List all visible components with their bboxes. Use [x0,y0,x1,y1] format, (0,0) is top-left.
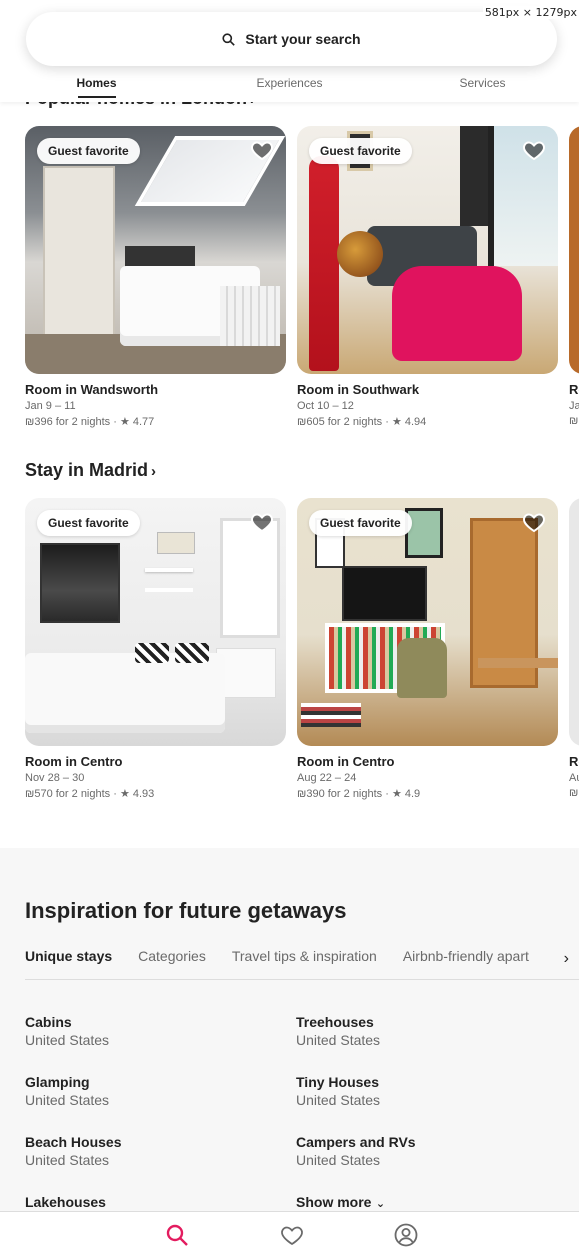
listing-price: ₪ [569,415,579,427]
inspiration-tabs: Unique stays Categories Travel tips & in… [25,944,579,980]
listing-price: ₪570 for 2 nights · ★ 4.93 [25,788,155,800]
bottom-nav [0,1211,579,1257]
window-size-overlay: 581px × 1279px [482,6,579,19]
profile-icon[interactable] [394,1223,418,1247]
search-icon [222,32,236,46]
listing-card[interactable]: Guest favorite Room in Centro Aug 22 – 2… [297,498,558,800]
listing-dates: Jan 9 – 11 [25,400,76,412]
chevron-down-icon: ⌄ [375,1198,386,1210]
destination-location: United States [25,1092,110,1108]
destination-name: Cabins [25,1014,72,1030]
listing-row-madrid: Guest favorite Room in Centro Nov 28 – 3… [25,498,579,808]
listing-card[interactable]: Guest favorite Room in Southwark Oct 10 … [297,126,558,428]
chevron-right-icon[interactable]: › [539,946,579,972]
listing-photo[interactable]: Guest favorite [297,498,558,746]
destination-location: United States [296,1152,381,1168]
destination-item[interactable]: Lakehouses [25,1194,275,1212]
listing-price: ₪605 for 2 nights · ★ 4.94 [297,416,427,428]
heart-icon[interactable] [522,138,546,162]
listing-photo[interactable] [569,126,579,374]
listing-row-london: Guest favorite Room in Wandsworth Jan 9 … [25,126,579,436]
search-bar[interactable]: Start your search [26,12,557,66]
listing-price: ₪ [569,787,579,799]
listing-dates: Oct 10 – 12 [297,400,354,412]
listing-title: Room in Southwark [297,382,420,397]
listing-photo[interactable]: Guest favorite [25,498,286,746]
listing-photo[interactable]: Guest favorite [297,126,558,374]
show-more-label: Show more [296,1194,372,1210]
guest-favorite-badge: Guest favorite [37,138,140,164]
listing-title: Room in Wandsworth [25,382,159,397]
listing-card-peek[interactable]: Ro Ja ₪ [569,126,579,427]
destination-name: Treehouses [296,1014,374,1030]
listing-title: Ro [569,754,579,769]
tab-homes[interactable]: Homes [0,76,193,102]
tab-categories[interactable]: Categories [138,944,206,979]
listing-card[interactable]: Guest favorite Room in Wandsworth Jan 9 … [25,126,286,428]
show-more-button[interactable]: Show more ⌄ [296,1194,546,1212]
listing-price: ₪396 for 2 nights · ★ 4.77 [25,416,155,428]
destination-location: United States [25,1152,110,1168]
listing-dates: Aug 22 – 24 [297,772,357,784]
listing-dates: Nov 28 – 30 [25,772,85,784]
destination-name: Campers and RVs [296,1134,416,1150]
destination-name: Lakehouses [25,1194,106,1210]
destination-location: United States [296,1092,381,1108]
destination-name: Tiny Houses [296,1074,379,1090]
listing-price: ₪390 for 2 nights · ★ 4.9 [297,788,421,800]
heart-icon[interactable] [522,510,546,534]
destination-name: Glamping [25,1074,90,1090]
listing-title: Room in Centro [25,754,123,769]
destination-item[interactable]: Beach Houses United States [25,1134,275,1168]
section-title-text: Stay in Madrid [25,460,149,480]
section-title-madrid[interactable]: Stay in Madrid › [25,460,156,481]
destination-item[interactable]: Tiny Houses United States [296,1074,546,1108]
listing-title: Room in Centro [297,754,395,769]
search-label: Start your search [245,31,361,47]
tab-services[interactable]: Services [386,76,579,102]
destination-item[interactable]: Campers and RVs United States [296,1134,546,1168]
chevron-right-icon: › [151,463,157,480]
guest-favorite-badge: Guest favorite [37,510,140,536]
tab-unique-stays[interactable]: Unique stays [25,944,112,979]
listing-photo[interactable] [569,498,579,746]
destination-item[interactable]: Glamping United States [25,1074,275,1108]
destination-name: Beach Houses [25,1134,122,1150]
tab-travel-tips[interactable]: Travel tips & inspiration [232,944,377,979]
inspiration-title: Inspiration for future getaways [25,898,347,923]
search-icon[interactable] [165,1223,189,1247]
destination-location: United States [25,1032,110,1048]
heart-icon[interactable] [250,138,274,162]
listing-title: Ro [569,382,579,397]
heart-icon[interactable] [250,510,274,534]
guest-favorite-badge: Guest favorite [309,138,412,164]
listing-dates: Ja [569,400,579,412]
inspiration-section: Inspiration for future getaways Unique s… [0,848,579,1257]
category-tabs: Homes Experiences Services [0,76,579,102]
tab-airbnb-friendly[interactable]: Airbnb-friendly apart [403,944,529,979]
heart-icon[interactable] [280,1223,304,1247]
listing-photo[interactable]: Guest favorite [25,126,286,374]
destination-item[interactable]: Treehouses United States [296,1014,546,1048]
guest-favorite-badge: Guest favorite [309,510,412,536]
tab-experiences[interactable]: Experiences [193,76,386,102]
listing-dates: Au [569,772,579,784]
listing-card-peek[interactable]: Ro Au ₪ [569,498,579,799]
destination-item[interactable]: Cabins United States [25,1014,275,1048]
destination-location: United States [296,1032,381,1048]
listing-card[interactable]: Guest favorite Room in Centro Nov 28 – 3… [25,498,286,800]
